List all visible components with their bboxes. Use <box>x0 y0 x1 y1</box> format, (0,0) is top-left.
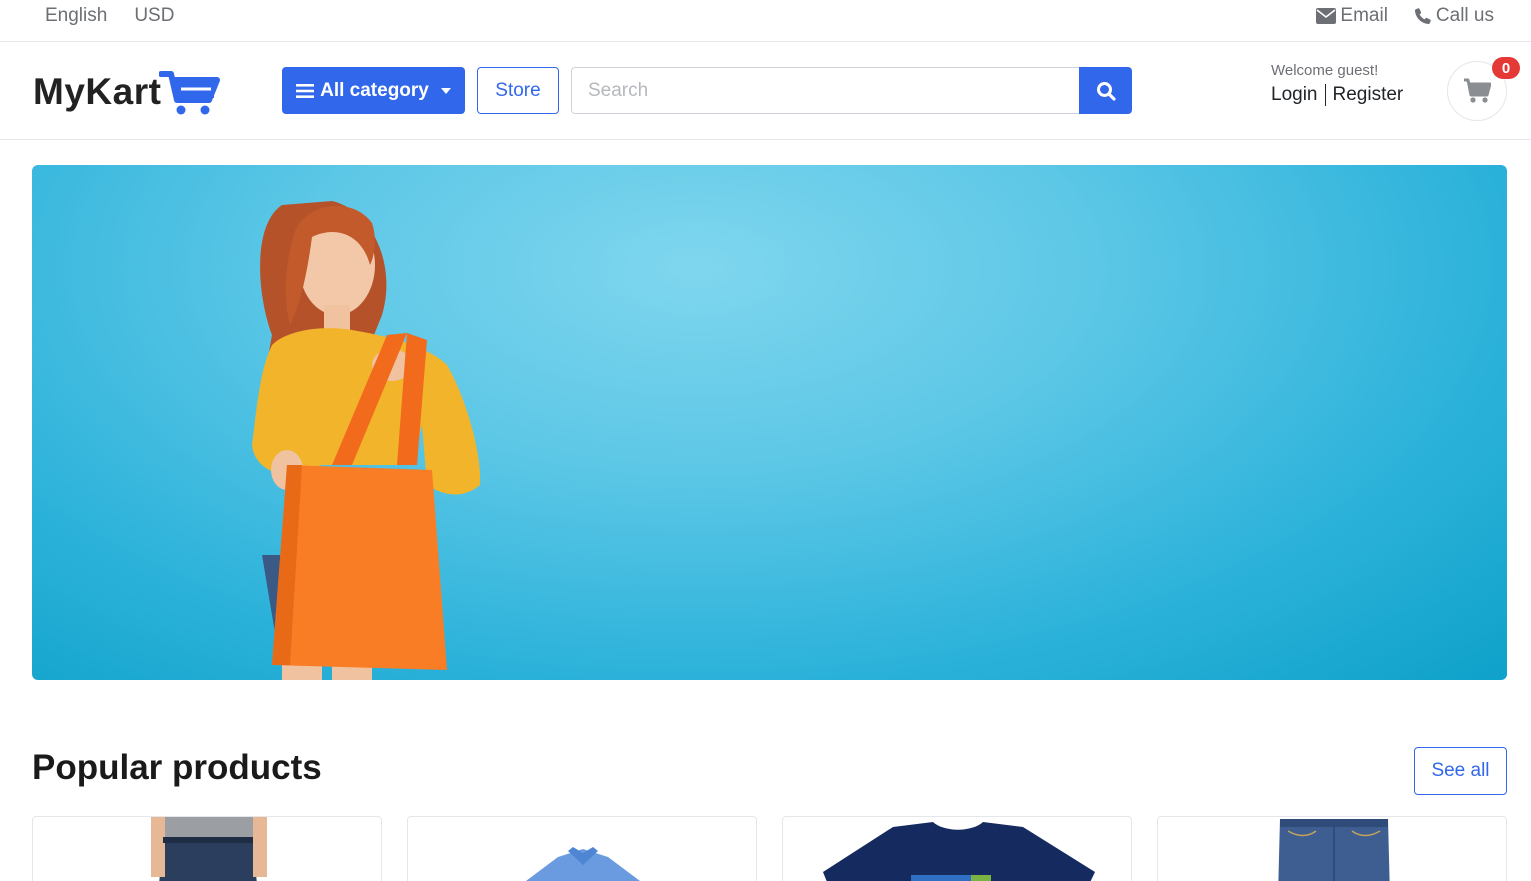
caret-down-icon <box>440 87 451 94</box>
login-link[interactable]: Login <box>1271 84 1318 106</box>
logo-text: MyKart <box>33 71 162 112</box>
main-header: MyKart All category Store Welcome guest! <box>0 42 1531 140</box>
currency-selector[interactable]: USD <box>134 5 174 27</box>
phone-icon <box>1414 8 1431 25</box>
product-image-blue-shirt <box>526 847 640 881</box>
product-grid <box>32 816 1507 881</box>
cart-count-badge: 0 <box>1492 57 1520 79</box>
welcome-text: Welcome guest! <box>1271 62 1379 79</box>
envelope-icon <box>1316 8 1337 24</box>
call-label: Call us <box>1435 5 1494 26</box>
site-logo[interactable]: MyKart <box>33 68 221 116</box>
user-welcome: Welcome guest! Login Register <box>1271 62 1403 106</box>
top-bar-right: Email Call us <box>1316 5 1494 27</box>
auth-links: Login Register <box>1271 84 1403 106</box>
product-card[interactable] <box>782 816 1132 881</box>
divider <box>1324 84 1326 106</box>
cart-logo-icon <box>159 71 221 115</box>
product-image-denim-jeans <box>1278 819 1390 881</box>
email-label: Email <box>1340 5 1388 26</box>
product-card[interactable] <box>407 816 757 881</box>
product-image-navy-tshirt <box>823 821 1095 881</box>
hamburger-icon <box>296 83 315 98</box>
search-bar <box>571 67 1132 114</box>
section-title: Popular products <box>32 748 322 787</box>
search-input[interactable] <box>571 67 1079 114</box>
product-image-jeans-model <box>151 817 267 881</box>
hero-banner[interactable] <box>32 165 1507 680</box>
all-category-button[interactable]: All category <box>282 67 465 114</box>
shopping-cart-icon <box>1464 78 1491 103</box>
top-bar: English USD Email Call us <box>0 0 1531 42</box>
email-link[interactable]: Email <box>1316 5 1388 27</box>
product-card[interactable] <box>32 816 382 881</box>
product-card[interactable] <box>1157 816 1507 881</box>
see-all-button[interactable]: See all <box>1414 747 1507 795</box>
register-link[interactable]: Register <box>1333 84 1404 106</box>
store-button[interactable]: Store <box>477 67 559 114</box>
category-label: All category <box>320 79 429 101</box>
top-bar-left: English USD <box>45 5 174 27</box>
language-selector[interactable]: English <box>45 5 107 27</box>
call-link[interactable]: Call us <box>1414 5 1494 27</box>
search-button[interactable] <box>1079 67 1132 114</box>
search-icon <box>1096 81 1116 101</box>
banner-model-illustration <box>252 201 481 680</box>
